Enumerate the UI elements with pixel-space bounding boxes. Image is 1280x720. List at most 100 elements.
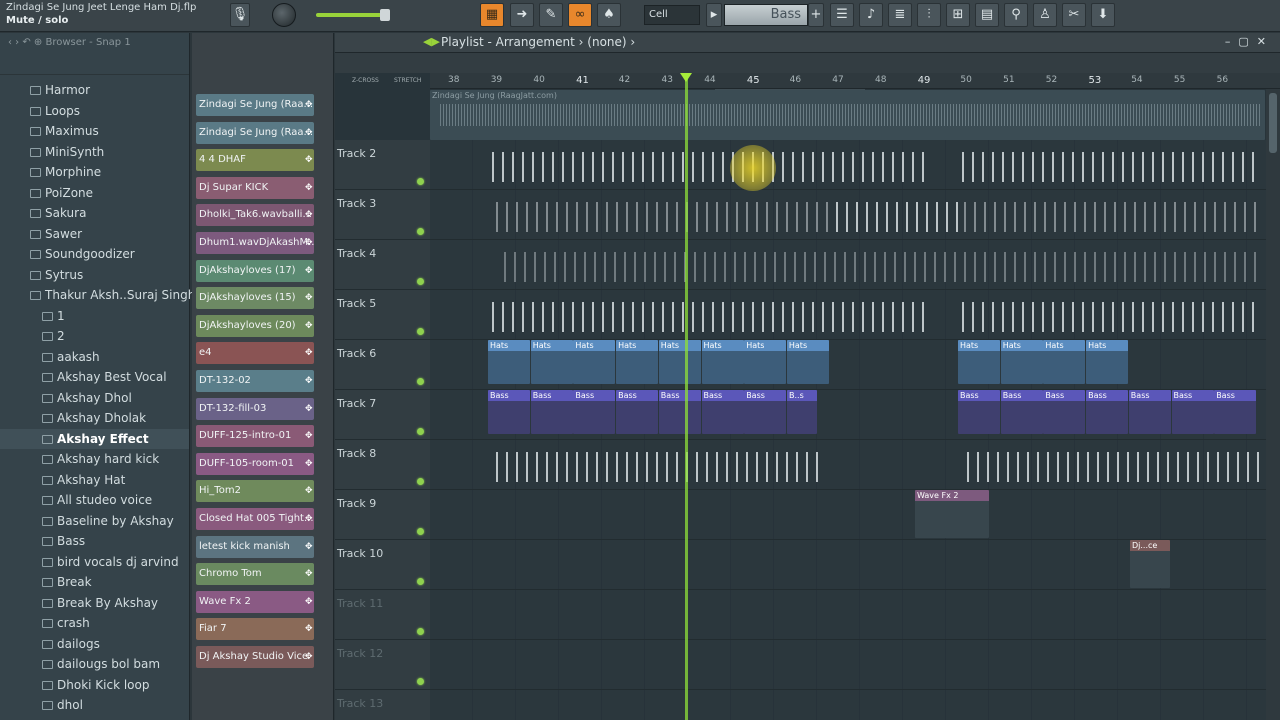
- playlist-icon[interactable]: ☰: [830, 3, 854, 27]
- track-lane[interactable]: [430, 590, 1280, 640]
- hats-pattern-clip[interactable]: Hats: [1000, 340, 1043, 384]
- drag-icon[interactable]: ✥: [305, 211, 313, 220]
- mute-led[interactable]: [417, 478, 424, 485]
- browser-item[interactable]: Akshay hard kick: [42, 449, 159, 469]
- browser-item[interactable]: Sakura: [30, 203, 86, 223]
- track-header[interactable]: Track 2: [335, 140, 430, 190]
- drag-icon[interactable]: ✥: [305, 570, 313, 579]
- pencil-icon[interactable]: ✎: [539, 3, 563, 27]
- wave-fx-clip[interactable]: Wave Fx 2: [915, 490, 989, 538]
- bass-pattern-clip[interactable]: Bass: [1171, 390, 1214, 434]
- channel-item[interactable]: Dj Akshay Studio Vice ✥: [196, 646, 314, 668]
- browser-item[interactable]: dailougs bol bam: [42, 654, 160, 674]
- mute-led[interactable]: [417, 528, 424, 535]
- audio-clip[interactable]: [488, 152, 928, 182]
- channel-item[interactable]: Dholki_Tak6.wavballi... ✥: [196, 204, 314, 227]
- mute-led[interactable]: [417, 628, 424, 635]
- timeline-ruler[interactable]: 38 39 40 41 42 43 44 45 46 47 48 49 50 51 52 53 54 55 56: [430, 73, 1280, 89]
- drag-icon[interactable]: ✥: [305, 349, 313, 358]
- browser-item[interactable]: Maximus: [30, 121, 99, 141]
- browser-item[interactable]: Sawer: [30, 224, 82, 244]
- track-header[interactable]: Track 3: [335, 190, 430, 240]
- master-volume-handle[interactable]: [380, 9, 390, 21]
- browser-item[interactable]: Akshay Dhol: [42, 388, 132, 408]
- browser-item[interactable]: Akshay Dholak: [42, 408, 146, 428]
- browser-item[interactable]: MiniSynth: [30, 142, 104, 162]
- bass-pattern-clip[interactable]: Bass: [1128, 390, 1171, 434]
- mic-icon[interactable]: 🎙: [230, 3, 250, 27]
- mute-led[interactable]: [417, 228, 424, 235]
- channel-item[interactable]: Hi_Tom2 ✥: [196, 480, 314, 503]
- hats-pattern-clip[interactable]: Hats: [1043, 340, 1086, 384]
- bass-pattern-clip[interactable]: Bass: [1000, 390, 1043, 434]
- browser-item[interactable]: Akshay Best Vocal: [42, 367, 167, 387]
- audio-clip[interactable]: [963, 452, 1263, 482]
- mixer-icon[interactable]: ⫶: [917, 3, 941, 27]
- bass-pattern-clip[interactable]: Bass: [488, 390, 530, 434]
- browser-item[interactable]: Morphine: [30, 162, 101, 182]
- drag-icon[interactable]: ✥: [305, 459, 313, 468]
- mute-led[interactable]: [417, 378, 424, 385]
- browser-item[interactable]: Break By Akshay: [42, 593, 158, 613]
- playlist-view-icon[interactable]: ▦: [480, 3, 504, 27]
- browser-item[interactable]: Loops: [30, 101, 80, 121]
- channel-item[interactable]: Dj Supar KICK ✥: [196, 176, 314, 199]
- channel-item[interactable]: DUFF-105-room-01 ✥: [196, 452, 314, 475]
- audio-clip[interactable]: [488, 302, 928, 332]
- track-header[interactable]: Track 9: [335, 490, 430, 540]
- channel-item[interactable]: DjAkshayloves (17) ✥: [196, 259, 314, 282]
- browser-item[interactable]: crash: [42, 613, 90, 633]
- file-icon[interactable]: ▤: [975, 3, 999, 27]
- drag-icon[interactable]: ✥: [305, 183, 313, 192]
- master-volume-slider[interactable]: [316, 13, 388, 17]
- window-controls[interactable]: –▢✕: [1225, 35, 1274, 48]
- arrangement-name[interactable]: (none): [587, 35, 626, 49]
- link-icon[interactable]: ∞: [568, 3, 592, 27]
- track-lane[interactable]: [430, 690, 1280, 720]
- bass-pattern-clip[interactable]: Bass: [573, 390, 616, 434]
- browser-item[interactable]: All studeo voice: [42, 490, 152, 510]
- audio-clip[interactable]: [832, 202, 960, 232]
- browser-icon[interactable]: ⊞: [946, 3, 970, 27]
- track-header[interactable]: Track 5: [335, 290, 430, 340]
- browser-item[interactable]: aakash: [42, 347, 100, 367]
- channel-rack-icon[interactable]: ≣: [888, 3, 912, 27]
- channel-item[interactable]: e4 ✥: [196, 342, 314, 365]
- bass-pattern-clip[interactable]: Bass: [530, 390, 573, 434]
- vertical-scrollbar[interactable]: [1266, 89, 1280, 720]
- hats-pattern-clip[interactable]: Hats: [958, 340, 1000, 384]
- audio-clip[interactable]: [958, 152, 1258, 182]
- scrollbar-thumb[interactable]: [1269, 93, 1277, 153]
- bass-pattern-clip[interactable]: Bass: [616, 390, 659, 434]
- drag-icon[interactable]: ✥: [305, 266, 313, 275]
- drag-icon[interactable]: ✥: [305, 294, 313, 303]
- drag-icon[interactable]: ✥: [305, 625, 313, 634]
- audio-clip[interactable]: [500, 252, 1260, 282]
- bass-pattern-clip[interactable]: B..s: [787, 390, 817, 434]
- audio-clip-zindagi[interactable]: Zindagi Se Jung (RaagJatt.com): [430, 90, 1265, 140]
- browser-item[interactable]: 2: [42, 326, 65, 346]
- track-lane[interactable]: [430, 640, 1280, 690]
- drag-icon[interactable]: ✥: [305, 542, 313, 551]
- browser-item[interactable]: Bass: [42, 531, 85, 551]
- dj-ce-clip[interactable]: Dj...ce: [1130, 540, 1170, 588]
- channel-item[interactable]: DT-132-fill-03 ✥: [196, 397, 314, 420]
- mute-led[interactable]: [417, 278, 424, 285]
- track-header[interactable]: Track 7: [335, 390, 430, 440]
- browser-item[interactable]: dhol: [42, 695, 83, 715]
- channel-item[interactable]: DjAkshayloves (20) ✥: [196, 314, 314, 337]
- snap-select[interactable]: Cell: [644, 5, 700, 25]
- hats-pattern-clip[interactable]: Hats: [573, 340, 616, 384]
- channel-item[interactable]: 4 4 DHAF ✥: [196, 149, 314, 172]
- browser-item[interactable]: Thakur Aksh..Suraj Singh): [30, 285, 200, 305]
- bass-pattern-clip[interactable]: Bass: [958, 390, 1000, 434]
- audio-clip[interactable]: [958, 302, 1258, 332]
- drag-icon[interactable]: ✥: [305, 321, 313, 330]
- drag-icon[interactable]: ✥: [305, 487, 313, 496]
- browser-item[interactable]: 1: [42, 306, 65, 326]
- hats-pattern-clip[interactable]: Hats: [530, 340, 573, 384]
- piano-roll-icon[interactable]: ♪: [859, 3, 883, 27]
- drag-icon[interactable]: ✥: [305, 156, 313, 165]
- bass-pattern-clip[interactable]: Bass: [658, 390, 701, 434]
- drag-icon[interactable]: ✥: [305, 597, 313, 606]
